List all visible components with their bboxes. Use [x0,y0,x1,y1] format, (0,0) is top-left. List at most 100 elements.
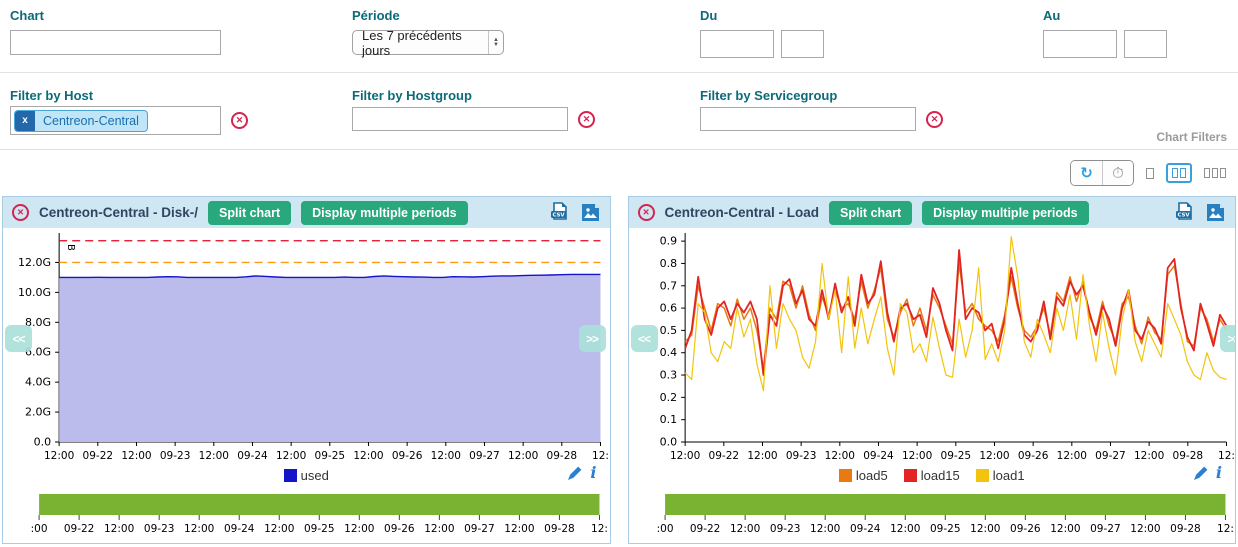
svg-text:12:00: 12:00 [747,450,777,462]
clear-host-filter-button[interactable]: ✕ [231,112,248,129]
chart-filter-label: Chart [10,8,44,23]
svg-text:12:00: 12:00 [890,523,920,535]
display-multiple-periods-button[interactable]: Display multiple periods [922,201,1088,225]
svg-text:12:: 12: [1217,523,1234,535]
legend-label: used [301,468,329,483]
edit-pencil-icon[interactable] [567,466,582,481]
svg-text:09-28: 09-28 [1170,523,1201,535]
auto-refresh-timer-icon[interactable]: ⏱ [1102,161,1133,185]
svg-text:09-27: 09-27 [469,450,500,462]
au-date-input[interactable] [1043,30,1117,58]
legend-swatch [904,469,917,482]
svg-text:12:00: 12:00 [504,523,534,535]
legend-item-load15[interactable]: load15 [904,468,960,483]
legend-item-used[interactable]: used [284,468,329,483]
timeline-slider[interactable]: :0009-2212:0009-2312:0009-2412:0009-2512… [629,492,1236,538]
pan-right-button[interactable]: >> [1220,325,1236,352]
host-tag-label: Centreon-Central [35,111,147,131]
export-csv-icon[interactable]: CSV [549,202,570,223]
clear-hostgroup-filter-button[interactable]: ✕ [578,111,595,128]
legend-label: load1 [993,468,1025,483]
legend-item-load5[interactable]: load5 [839,468,888,483]
legend: used [284,468,329,483]
svg-text:0.3: 0.3 [659,369,677,382]
svg-text:09-28: 09-28 [544,523,575,535]
disk-usage-chart[interactable]: 0.02.0G4.0G6.0G8.0G10.0G12.0G12:0009-221… [3,230,610,462]
servicegroup-filter-input[interactable] [700,107,916,131]
svg-text:09-24: 09-24 [863,450,894,462]
export-csv-icon[interactable]: CSV [1174,202,1195,223]
chart-panel-disk: ✕ Centreon-Central - Disk-/ Split chart … [2,196,611,544]
legend-swatch [284,469,297,482]
hostgroup-filter-input[interactable] [352,107,568,131]
refresh-controls-group: ↻ ⏱ [1070,160,1134,186]
svg-text:09-26: 09-26 [392,450,423,462]
split-chart-button[interactable]: Split chart [208,201,291,225]
filter-by-host-label: Filter by Host [10,88,93,103]
svg-text:09-23: 09-23 [160,450,191,462]
one-column-layout-icon[interactable] [1146,168,1154,179]
periode-selected-value: Les 7 précédents jours [353,28,488,58]
svg-text:09-27: 09-27 [1095,450,1126,462]
au-time-input[interactable] [1124,30,1167,58]
svg-text:0.6: 0.6 [659,302,677,315]
svg-text:09-22: 09-22 [64,523,95,535]
edit-pencil-icon[interactable] [1193,466,1208,481]
split-chart-button[interactable]: Split chart [829,201,912,225]
svg-text:10.0G: 10.0G [18,286,51,299]
pan-right-button[interactable]: >> [579,325,606,352]
svg-text:12:00: 12:00 [264,523,294,535]
host-filter-input[interactable]: x Centreon-Central [10,106,221,135]
legend-item-load1[interactable]: load1 [976,468,1025,483]
load-chart[interactable]: 0.00.10.20.30.40.50.60.70.80.912:0009-22… [629,230,1236,462]
svg-text:09-23: 09-23 [785,450,816,462]
chart-filter-input[interactable] [10,30,221,55]
svg-text:12:00: 12:00 [44,450,74,462]
svg-text:09-25: 09-25 [304,523,335,535]
svg-text:09-22: 09-22 [689,523,720,535]
svg-text:09-24: 09-24 [849,523,880,535]
svg-text:0.0: 0.0 [34,436,52,449]
svg-text:09-24: 09-24 [224,523,255,535]
remove-host-tag-button[interactable]: x [15,111,35,131]
three-column-layout-icon[interactable] [1204,168,1226,178]
svg-text:12:00: 12:00 [824,450,854,462]
svg-text:09-27: 09-27 [464,523,495,535]
chart-panel-load: ✕ Centreon-Central - Load Split chart Di… [628,196,1237,544]
legend: load5 load15 load1 [839,468,1025,483]
export-image-icon[interactable] [1205,202,1226,223]
pan-left-button[interactable]: << [5,325,32,352]
display-multiple-periods-button[interactable]: Display multiple periods [301,201,467,225]
refresh-icon[interactable]: ↻ [1071,161,1102,185]
svg-text:0.7: 0.7 [659,279,677,292]
du-date-input[interactable] [700,30,774,58]
svg-text:0.5: 0.5 [659,324,677,337]
svg-text:09-27: 09-27 [1090,523,1121,535]
svg-text:12:00: 12:00 [353,450,383,462]
info-icon[interactable]: i [590,465,596,481]
chart-tools: i [567,465,596,481]
pan-left-button[interactable]: << [631,325,658,352]
svg-text:CSV: CSV [1177,213,1190,219]
legend-row: load5 load15 load1 i [629,462,1236,488]
close-chart-icon[interactable]: ✕ [638,204,655,221]
svg-text:12:00: 12:00 [344,523,374,535]
svg-text:2.0G: 2.0G [25,406,51,419]
svg-text:09-26: 09-26 [1010,523,1041,535]
info-icon[interactable]: i [1216,465,1222,481]
svg-text:12:00: 12:00 [508,450,538,462]
svg-text:12:00: 12:00 [424,523,454,535]
svg-text:12:00: 12:00 [970,523,1000,535]
two-column-layout-icon[interactable] [1166,163,1192,183]
clear-servicegroup-filter-button[interactable]: ✕ [926,111,943,128]
periode-select[interactable]: Les 7 précédents jours ▲▼ [352,30,504,55]
legend-label: load5 [856,468,888,483]
export-image-icon[interactable] [580,202,601,223]
close-chart-icon[interactable]: ✕ [12,204,29,221]
chart-filters-caption: Chart Filters [1156,130,1227,144]
du-time-input[interactable] [781,30,824,58]
timeline-slider[interactable]: :0009-2212:0009-2312:0009-2412:0009-2512… [3,492,610,538]
svg-text:09-25: 09-25 [930,523,961,535]
svg-text:12:00: 12:00 [810,523,840,535]
svg-text:0.2: 0.2 [659,391,677,404]
